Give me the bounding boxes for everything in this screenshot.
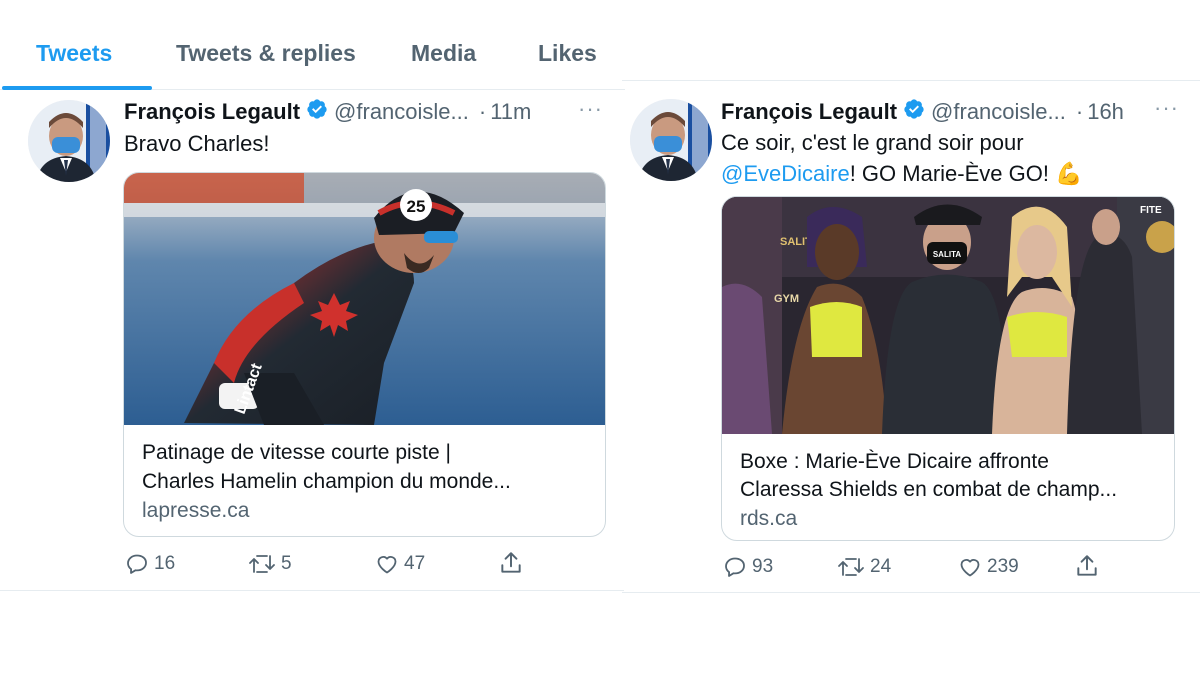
right-bottom-divider — [622, 592, 1200, 593]
retweet-count: 5 — [281, 553, 292, 574]
banner-fite-text: FITE — [1140, 205, 1162, 216]
separator-dot: · — [1075, 99, 1084, 124]
author-name[interactable]: François Legault — [124, 99, 300, 125]
retweet-count: 24 — [870, 556, 892, 577]
tweet-time[interactable]: 16h — [1087, 99, 1124, 125]
reply-icon — [127, 554, 147, 574]
bib-number: 25 — [407, 197, 426, 216]
tweet-header: François Legault @francoisle... · 11m — [124, 98, 531, 126]
avatar[interactable] — [630, 99, 712, 181]
tweet-time[interactable]: 11m — [490, 99, 531, 125]
active-tab-indicator — [2, 86, 152, 90]
reply-count: 16 — [154, 553, 176, 574]
retweet-button[interactable]: 24 — [836, 555, 891, 579]
tweet-text: Ce soir, c'est le grand soir pour @EveDi… — [721, 127, 1191, 189]
tweet-text: Bravo Charles! — [124, 131, 270, 156]
tab-tweets[interactable]: Tweets — [36, 40, 112, 67]
author-name[interactable]: François Legault — [721, 99, 897, 125]
profile-tabs: Tweets Tweets & replies Media Likes — [0, 28, 625, 90]
card-image: 25 Lintact — [124, 173, 605, 425]
tweet-header: François Legault @francoisle... · 16h — [721, 98, 1124, 126]
tweet-text-rest: ! GO Marie-Ève GO! — [849, 161, 1056, 186]
reply-button[interactable]: 93 — [722, 555, 773, 579]
card-title-line-2: Claressa Shields en combat de champ... — [740, 478, 1118, 501]
card-domain: lapresse.ca — [142, 499, 250, 522]
link-card[interactable]: 25 Lintact Patinage de vitesse courte pi… — [123, 172, 606, 537]
tab-likes[interactable]: Likes — [538, 40, 597, 67]
author-handle[interactable]: @francoisle... — [334, 99, 469, 125]
like-count: 47 — [404, 553, 426, 574]
more-options-icon[interactable]: ··· — [578, 96, 603, 122]
mention-link[interactable]: @EveDicaire — [721, 161, 850, 186]
heart-icon — [960, 559, 980, 577]
reply-icon — [725, 557, 745, 577]
card-title-line-1: Patinage de vitesse courte piste | — [142, 441, 451, 464]
mask-text: SALITA — [933, 250, 962, 259]
like-button[interactable]: 239 — [957, 555, 1019, 579]
separator-dot: · — [478, 99, 487, 124]
reply-count: 93 — [752, 556, 774, 577]
heart-icon — [377, 556, 397, 574]
more-options-icon[interactable]: ··· — [1154, 95, 1179, 121]
retweet-icon — [838, 558, 864, 576]
verified-badge-icon — [903, 98, 925, 126]
author-handle[interactable]: @francoisle... — [931, 99, 1066, 125]
share-button[interactable] — [1074, 553, 1104, 579]
retweet-icon — [249, 555, 275, 573]
tweet-text-line-2: @EveDicaire! GO Marie-Ève GO! 💪 — [721, 158, 1191, 189]
reply-button[interactable]: 16 — [124, 552, 175, 576]
share-button[interactable] — [498, 550, 528, 576]
card-title-line-2: Charles Hamelin champion du monde... — [142, 470, 511, 493]
avatar[interactable] — [28, 100, 110, 182]
flexed-biceps-emoji: 💪 — [1055, 161, 1083, 186]
tweet-text-line-1: Ce soir, c'est le grand soir pour — [721, 130, 1024, 155]
left-bottom-divider — [0, 590, 624, 591]
share-icon — [501, 552, 521, 573]
like-count: 239 — [987, 556, 1019, 577]
retweet-button[interactable]: 5 — [247, 552, 292, 576]
like-button[interactable]: 47 — [374, 552, 425, 576]
banner-gym-text: GYM — [774, 293, 799, 305]
share-icon — [1077, 555, 1097, 576]
verified-badge-icon — [306, 98, 328, 126]
card-image: SALITA FITE GYM SALITA — [722, 197, 1174, 434]
card-title-line-1: Boxe : Marie-Ève Dicaire affronte — [740, 450, 1049, 473]
card-domain: rds.ca — [740, 507, 798, 530]
right-panel: François Legault @francoisle... · 16h ··… — [622, 80, 1200, 594]
link-card[interactable]: SALITA FITE GYM SALITA Boxe: Marie-Ève … — [721, 196, 1175, 541]
tab-media[interactable]: Media — [411, 40, 476, 67]
left-panel: Tweets Tweets & replies Media Likes Fran… — [0, 0, 625, 592]
tab-tweets-replies[interactable]: Tweets & replies — [176, 40, 356, 67]
